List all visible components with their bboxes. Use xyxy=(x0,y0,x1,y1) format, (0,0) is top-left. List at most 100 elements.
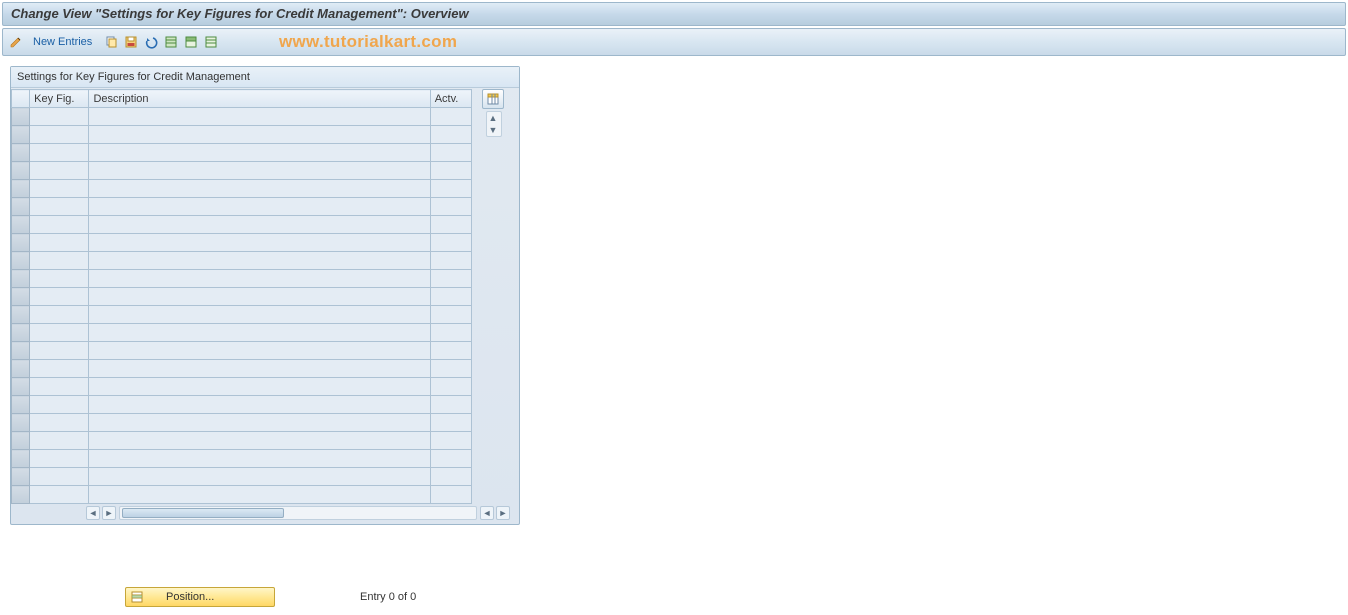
row-marker[interactable] xyxy=(12,252,30,270)
cell[interactable] xyxy=(89,324,430,342)
table-row[interactable] xyxy=(12,108,472,126)
cell[interactable] xyxy=(89,342,430,360)
cell[interactable] xyxy=(430,198,471,216)
table-row[interactable] xyxy=(12,216,472,234)
table-row[interactable] xyxy=(12,252,472,270)
table-row[interactable] xyxy=(12,378,472,396)
cell[interactable] xyxy=(30,378,89,396)
cell[interactable] xyxy=(30,414,89,432)
scroll-left-icon[interactable]: ◄ xyxy=(86,506,100,520)
table-row[interactable] xyxy=(12,432,472,450)
cell[interactable] xyxy=(89,378,430,396)
row-marker[interactable] xyxy=(12,288,30,306)
scroll-left2-icon[interactable]: ◄ xyxy=(480,506,494,520)
cell[interactable] xyxy=(89,432,430,450)
cell[interactable] xyxy=(89,126,430,144)
table-row[interactable] xyxy=(12,288,472,306)
data-grid[interactable]: Key Fig. Description Actv. xyxy=(11,89,472,504)
scroll-right-icon[interactable]: ► xyxy=(102,506,116,520)
table-row[interactable] xyxy=(12,162,472,180)
row-marker[interactable] xyxy=(12,234,30,252)
cell[interactable] xyxy=(89,396,430,414)
table-row[interactable] xyxy=(12,126,472,144)
column-description[interactable]: Description xyxy=(89,90,430,108)
table-row[interactable] xyxy=(12,342,472,360)
cell[interactable] xyxy=(430,162,471,180)
row-marker[interactable] xyxy=(12,414,30,432)
cell[interactable] xyxy=(430,378,471,396)
scroll-up-icon[interactable]: ▲ xyxy=(487,112,499,124)
cell[interactable] xyxy=(430,468,471,486)
horizontal-scroll-thumb[interactable] xyxy=(122,508,284,518)
table-row[interactable] xyxy=(12,144,472,162)
row-marker-header[interactable] xyxy=(12,90,30,108)
cell[interactable] xyxy=(30,126,89,144)
table-row[interactable] xyxy=(12,360,472,378)
row-marker[interactable] xyxy=(12,432,30,450)
cell[interactable] xyxy=(89,360,430,378)
cell[interactable] xyxy=(30,198,89,216)
cell[interactable] xyxy=(30,180,89,198)
cell[interactable] xyxy=(89,288,430,306)
cell[interactable] xyxy=(30,270,89,288)
table-row[interactable] xyxy=(12,270,472,288)
cell[interactable] xyxy=(89,486,430,504)
cell[interactable] xyxy=(89,450,430,468)
cell[interactable] xyxy=(30,234,89,252)
cell[interactable] xyxy=(89,234,430,252)
cell[interactable] xyxy=(30,252,89,270)
cell[interactable] xyxy=(430,216,471,234)
cell[interactable] xyxy=(89,468,430,486)
cell[interactable] xyxy=(30,450,89,468)
cell[interactable] xyxy=(89,198,430,216)
cell[interactable] xyxy=(430,126,471,144)
row-marker[interactable] xyxy=(12,162,30,180)
cell[interactable] xyxy=(89,108,430,126)
cell[interactable] xyxy=(430,360,471,378)
cell[interactable] xyxy=(430,252,471,270)
cell[interactable] xyxy=(30,396,89,414)
horizontal-scroll-track[interactable] xyxy=(119,506,477,520)
scroll-down-icon[interactable]: ▼ xyxy=(487,124,499,136)
column-key-fig[interactable]: Key Fig. xyxy=(30,90,89,108)
cell[interactable] xyxy=(30,468,89,486)
cell[interactable] xyxy=(30,342,89,360)
cell[interactable] xyxy=(89,414,430,432)
table-row[interactable] xyxy=(12,234,472,252)
cell[interactable] xyxy=(430,486,471,504)
cell[interactable] xyxy=(89,180,430,198)
cell[interactable] xyxy=(89,270,430,288)
cell[interactable] xyxy=(430,108,471,126)
row-marker[interactable] xyxy=(12,342,30,360)
new-entries-button[interactable]: New Entries xyxy=(33,29,92,55)
cell[interactable] xyxy=(89,252,430,270)
cell[interactable] xyxy=(89,144,430,162)
table-row[interactable] xyxy=(12,198,472,216)
select-block-icon[interactable] xyxy=(182,33,200,51)
row-marker[interactable] xyxy=(12,468,30,486)
vertical-scroll-track[interactable]: ▲ ▼ xyxy=(486,111,502,137)
table-settings-icon[interactable] xyxy=(482,89,504,109)
copy-icon[interactable] xyxy=(102,33,120,51)
row-marker[interactable] xyxy=(12,324,30,342)
table-row[interactable] xyxy=(12,396,472,414)
column-actv[interactable]: Actv. xyxy=(430,90,471,108)
cell[interactable] xyxy=(30,324,89,342)
table-row[interactable] xyxy=(12,324,472,342)
cell[interactable] xyxy=(430,270,471,288)
row-marker[interactable] xyxy=(12,486,30,504)
cell[interactable] xyxy=(30,288,89,306)
row-marker[interactable] xyxy=(12,126,30,144)
row-marker[interactable] xyxy=(12,180,30,198)
cell[interactable] xyxy=(430,396,471,414)
row-marker[interactable] xyxy=(12,306,30,324)
cell[interactable] xyxy=(430,450,471,468)
deselect-all-icon[interactable] xyxy=(202,33,220,51)
cell[interactable] xyxy=(30,108,89,126)
cell[interactable] xyxy=(30,216,89,234)
row-marker[interactable] xyxy=(12,450,30,468)
cell[interactable] xyxy=(89,216,430,234)
row-marker[interactable] xyxy=(12,270,30,288)
row-marker[interactable] xyxy=(12,378,30,396)
cell[interactable] xyxy=(89,306,430,324)
